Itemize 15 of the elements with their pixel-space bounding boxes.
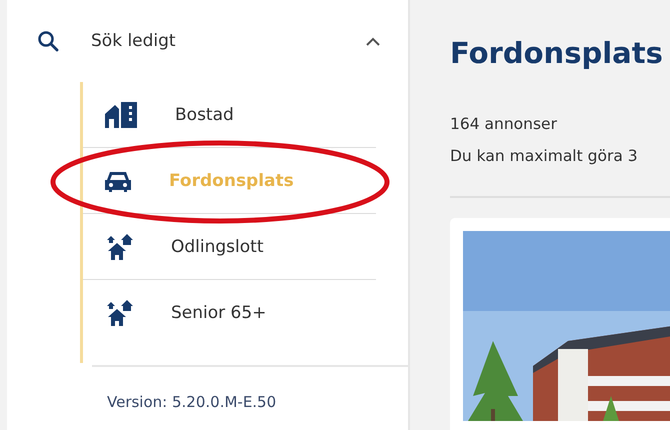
search-icon[interactable] (37, 30, 59, 52)
houses-icon (105, 300, 133, 326)
info-text: Du kan maximalt göra 3 (450, 146, 639, 167)
menu-item[interactable]: Odlingslott (83, 213, 376, 279)
menu-item[interactable]: Senior 65+ (83, 279, 376, 345)
menu-item[interactable]: Bostad (83, 82, 376, 147)
car-icon (105, 170, 131, 192)
menu-section-label[interactable]: Sök ledigt (91, 31, 366, 51)
listing-card[interactable] (450, 218, 670, 430)
listing-count: 164 annonser (450, 114, 558, 135)
houses-icon (105, 234, 133, 260)
page-title: Fordonsplats (450, 36, 664, 70)
building-icon (105, 102, 137, 128)
version-text: Version: 5.20.0.M-E.50 (107, 393, 278, 411)
chevron-icon[interactable] (366, 36, 380, 46)
